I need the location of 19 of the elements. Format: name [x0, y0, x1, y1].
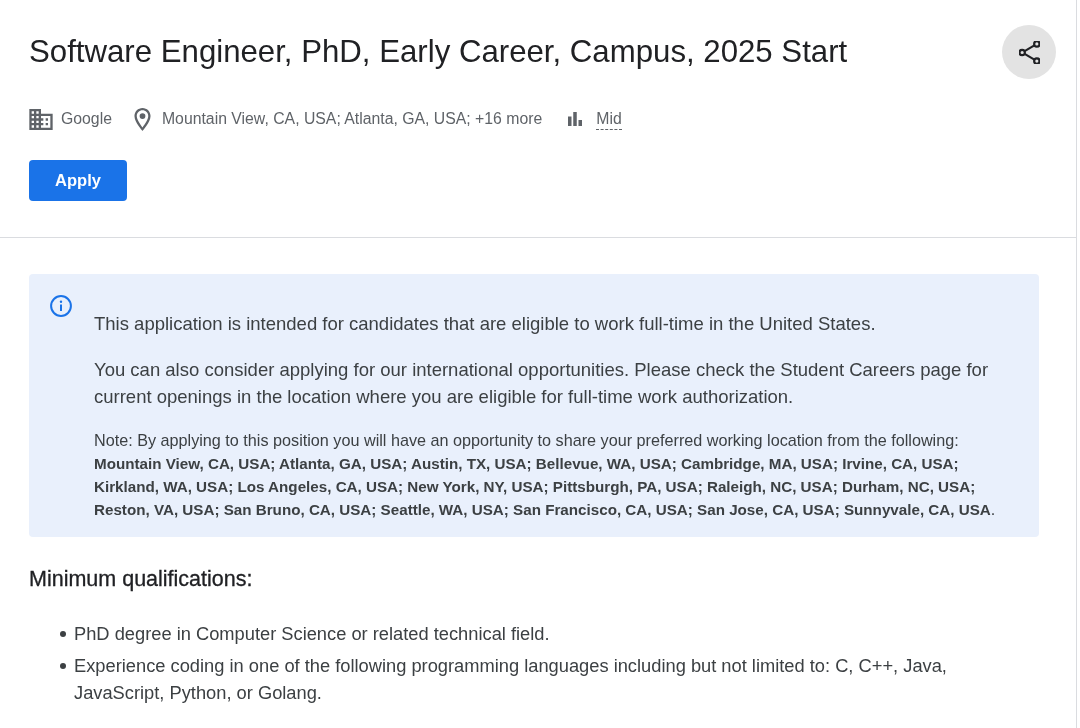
bullet-icon — [60, 663, 66, 669]
location-text: Mountain View, CA, USA; Atlanta, GA, USA; +16 more — [161, 109, 543, 129]
qualification-item: PhD degree in Computer Science or related technical field. — [74, 622, 550, 646]
job-title: Software Engineer, PhD, Early Career, Campus, 2025 Start — [29, 33, 848, 71]
building-icon — [29, 108, 53, 130]
bullet-icon — [60, 631, 66, 637]
share-icon — [1018, 40, 1040, 64]
notice-paragraph: This application is intended for candidates that are eligible to work full-time in the United States. — [94, 312, 877, 336]
info-icon — [50, 295, 72, 317]
bar-chart-icon — [568, 112, 583, 126]
note-paragraph: Note: By applying to this position you will have an opportunity to share your preferred working location from the following: Mountain View, CA, USA; Atlanta, GA, USA; Austin, TX, USA; Bellevue, WA, USA; Cambridge, MA, USA; Irvine, CA, USA; Kirkland, WA, USA; Los Angeles, CA, USA; New York, NY, USA; Pittsburgh, PA, USA; Raleigh, NC, USA; Durham, NC, USA; Reston, VA, USA; San Bruno, CA, USA; Seattle, WA, USA; San Francisco, CA, USA; San Jose, CA, USA; Sunnyvale, CA, USA. — [94, 430, 997, 520]
level-link[interactable]: Mid — [596, 108, 622, 130]
section-heading: Minimum qualifications: — [29, 566, 254, 592]
company-name: Google — [61, 109, 112, 129]
apply-button[interactable]: Apply — [29, 160, 127, 201]
location-pin-icon — [133, 107, 151, 131]
qualification-item: Experience coding in one of the following programming languages including but not limited to: C, C++, Java, JavaScript, Python, or Golang. — [74, 654, 948, 705]
notice-paragraph: You can also consider applying for our international opportunities. Please check the Student Careers page for current openings in the location where you are eligible for full-time work authorization. — [94, 358, 990, 409]
share-button[interactable] — [1002, 25, 1056, 79]
